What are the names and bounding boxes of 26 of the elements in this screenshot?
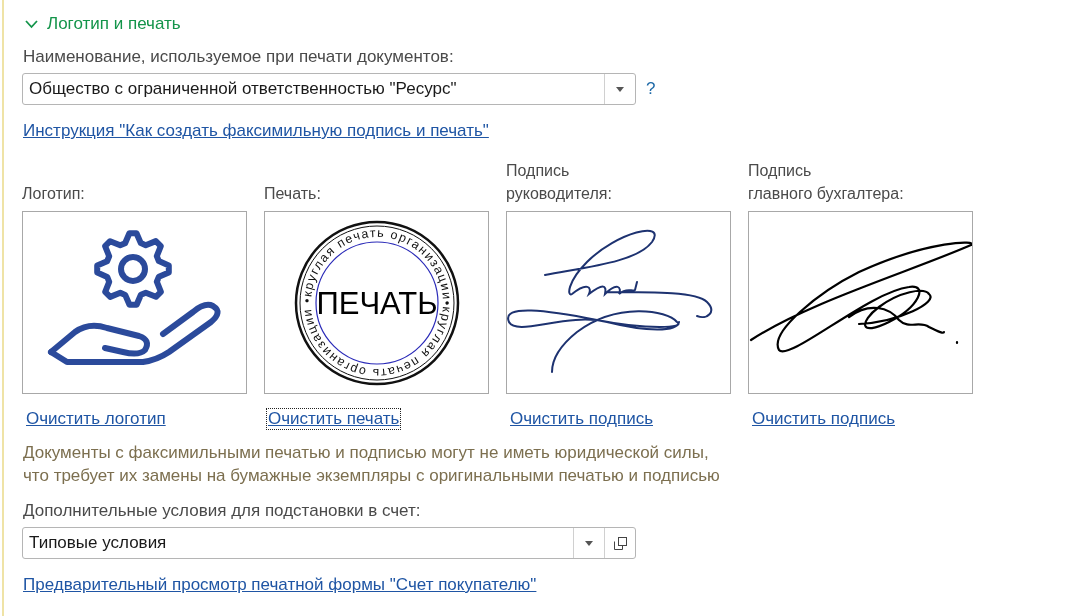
image-frame[interactable] bbox=[22, 211, 247, 394]
clear-link[interactable]: Очистить подпись bbox=[508, 408, 655, 430]
open-icon[interactable] bbox=[613, 536, 627, 550]
image-label: Логотип: bbox=[22, 184, 85, 204]
dropdown-field[interactable]: Общество с ограниченной ответственностью "Ресурс" bbox=[22, 73, 636, 105]
warning-text: Документы с факсимильными печатью и подписью могут не иметь юридической силы, что требует их замены на бумажные экземпляры с оригинальными печатью и подписью bbox=[23, 442, 721, 487]
image-frame[interactable] bbox=[506, 211, 731, 394]
clear-link[interactable]: Очистить подпись bbox=[750, 408, 897, 430]
caret-icon[interactable] bbox=[616, 86, 624, 92]
image-frame[interactable] bbox=[748, 211, 973, 394]
preview-link[interactable]: Предварительный просмотр печатной формы "Счет покупателю" bbox=[23, 575, 537, 594]
image-label: Подпись руководителя: bbox=[506, 161, 612, 204]
clear-link[interactable]: Очистить печать bbox=[266, 408, 402, 430]
chevron-icon[interactable] bbox=[25, 19, 38, 29]
gear-hand-icon bbox=[48, 230, 221, 365]
help-link[interactable]: ? bbox=[646, 79, 656, 99]
section-title: Логотип и печать bbox=[47, 14, 181, 34]
clear-link[interactable]: Очистить логотип bbox=[24, 408, 168, 430]
image-label: Печать: bbox=[264, 184, 321, 204]
field-label: Наименование, используемое при печати документов: bbox=[23, 47, 455, 67]
caret-icon[interactable] bbox=[585, 540, 593, 546]
instruction-link[interactable]: Инструкция "Как создать факсимильную подпись и печать" bbox=[23, 121, 489, 140]
image-label: Подпись главного бухгалтера: bbox=[748, 161, 904, 204]
field-label: Дополнительные условия для подстановки в счет: bbox=[23, 501, 422, 521]
dropdown-field[interactable]: Типовые условия bbox=[22, 527, 636, 559]
section-header[interactable]: Логотип и печать bbox=[25, 14, 1079, 34]
